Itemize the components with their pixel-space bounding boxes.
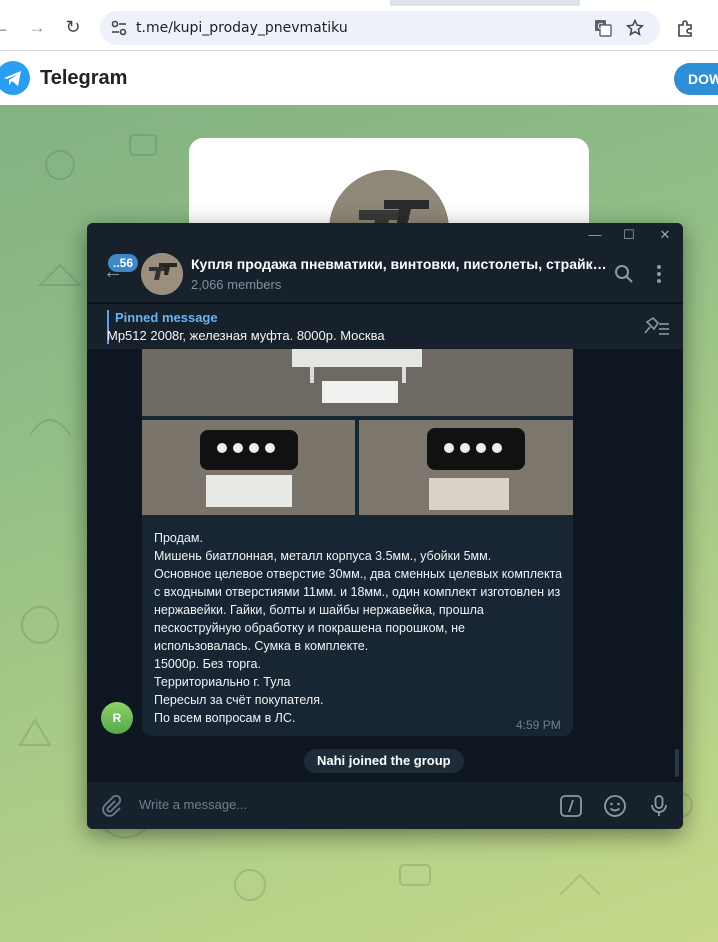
browser-toolbar: ← → ↻ t.me/kupi_proday_pnevmatiku G [0, 6, 718, 50]
sender-avatar[interactable]: R [101, 702, 133, 734]
translate-icon[interactable]: G [594, 19, 612, 37]
address-bar[interactable]: t.me/kupi_proday_pnevmatiku G [100, 11, 660, 45]
telegram-desktop-window: — ☐ ✕ ← ..56 Купля продажа пневматики, в… [87, 223, 683, 829]
unread-count-badge: ..56 [108, 254, 139, 272]
chat-header: ← ..56 Купля продажа пневматики, винтовк… [87, 247, 683, 302]
url-text[interactable]: t.me/kupi_proday_pnevmatiku [136, 20, 348, 36]
window-titlebar: — ☐ ✕ [87, 223, 683, 247]
telegram-brand-title: Telegram [40, 67, 128, 89]
attach-icon[interactable] [99, 794, 123, 818]
message-time: 4:59 PM [516, 718, 561, 732]
bot-commands-icon[interactable] [559, 794, 583, 818]
message-composer: Write a message... [87, 782, 683, 829]
pinned-message-bar[interactable]: Pinned message Мр512 2008г, железная муф… [87, 303, 683, 349]
svg-text:G: G [598, 22, 604, 31]
message-text: Продам. Мишень биатлонная, металл корпус… [154, 531, 563, 725]
message-photo-3[interactable] [359, 420, 573, 515]
bookmark-star-icon[interactable] [626, 19, 644, 37]
minimize-icon[interactable]: — [587, 227, 603, 243]
back-icon[interactable]: ← [0, 16, 12, 38]
close-icon[interactable]: ✕ [657, 227, 673, 243]
maximize-icon[interactable]: ☐ [621, 227, 637, 243]
service-message: Nahi joined the group [304, 749, 464, 773]
message-list[interactable]: Продам. Мишень биатлонная, металл корпус… [87, 349, 683, 781]
scrollbar-thumb[interactable] [675, 749, 679, 777]
download-button[interactable]: DOW [674, 63, 718, 95]
pinned-list-icon[interactable] [643, 316, 671, 338]
message-input[interactable]: Write a message... [139, 797, 247, 812]
pinned-text: Мр512 2008г, железная муфта. 8000р. Моск… [107, 328, 385, 343]
emoji-icon[interactable] [603, 794, 627, 818]
forward-icon[interactable]: → [26, 16, 48, 38]
telegram-web-header: Telegram DOW [0, 51, 718, 105]
telegram-logo-icon [0, 61, 30, 95]
site-settings-icon[interactable] [110, 19, 128, 37]
message-bubble[interactable]: Продам. Мишень биатлонная, металл корпус… [142, 349, 573, 736]
microphone-icon[interactable] [647, 794, 671, 818]
chat-avatar[interactable] [141, 253, 183, 295]
more-options-icon[interactable] [648, 263, 670, 285]
chat-members-count: 2,066 members [191, 277, 282, 292]
search-icon[interactable] [613, 263, 635, 285]
extensions-icon[interactable] [676, 18, 696, 38]
reload-icon[interactable]: ↻ [62, 16, 84, 38]
message-photo-1[interactable] [142, 349, 573, 416]
message-photo-2[interactable] [142, 420, 355, 515]
pinned-label: Pinned message [115, 310, 218, 325]
chat-title[interactable]: Купля продажа пневматики, винтовки, пист… [191, 256, 611, 272]
